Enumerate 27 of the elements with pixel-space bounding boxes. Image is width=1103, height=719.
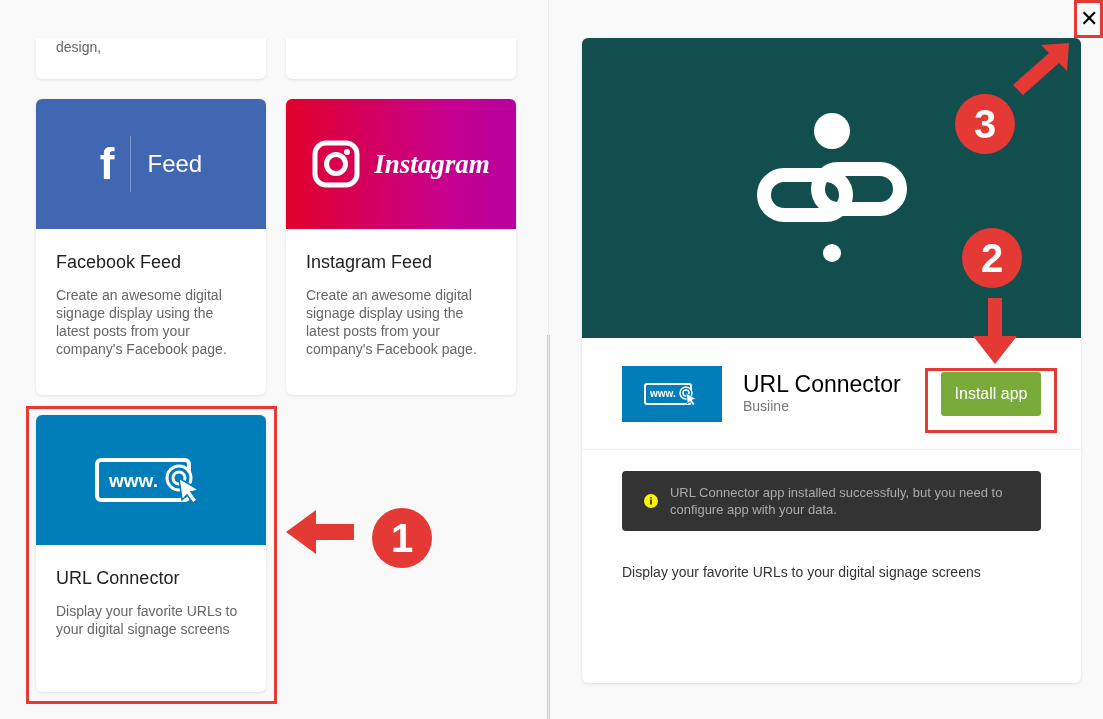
close-button[interactable]: ✕ bbox=[1077, 2, 1101, 36]
highlight-frame bbox=[1074, 0, 1103, 38]
banner-title: Instagram bbox=[374, 147, 490, 181]
app-description: Display your favorite URLs to your digital signage screens bbox=[56, 602, 239, 638]
app-title: URL Connector bbox=[743, 369, 902, 398]
banner-title: Feed bbox=[147, 149, 203, 179]
app-title: URL Connector bbox=[56, 567, 181, 589]
app-description: design, bbox=[56, 39, 103, 55]
app-card[interactable]: Instagram Instagram Feed Create an awesome digital signage display using the latest posts from your company's Facebook page. bbox=[286, 99, 516, 395]
down-arrow bbox=[973, 298, 1017, 364]
app-card[interactable]: f Feed Facebook Feed Create an awesome digital signage display using the latest posts from your company's Facebook page. bbox=[36, 99, 266, 395]
camera-icon bbox=[312, 140, 361, 188]
step-number-badge: 1 bbox=[372, 508, 432, 568]
app-description: Create an awesome digital signage display using the latest posts from your company's Facebook page. bbox=[56, 286, 228, 358]
app-card[interactable]: www. URL Connector Display your favorite URLs to your digital signage screens bbox=[36, 415, 266, 692]
app-title: Instagram Feed bbox=[306, 251, 434, 273]
app-description: Create an awesome digital signage display using the latest posts from your company's Facebook page. bbox=[306, 286, 478, 358]
app-card[interactable]: design, bbox=[36, 38, 266, 79]
link-icon bbox=[756, 113, 907, 263]
app-description: Display your favorite URLs to your digital signage screens bbox=[622, 563, 982, 582]
diagonal-arrow bbox=[1013, 43, 1069, 95]
app-title: Facebook Feed bbox=[56, 251, 183, 273]
notification-text: URL Connector app installed successfuly, but you need to configure app with your data. bbox=[669, 484, 1004, 518]
left-arrow bbox=[286, 510, 354, 554]
publisher-name: Busiine bbox=[743, 397, 790, 414]
facebook-logo: f bbox=[99, 142, 115, 186]
info-icon bbox=[644, 491, 658, 511]
